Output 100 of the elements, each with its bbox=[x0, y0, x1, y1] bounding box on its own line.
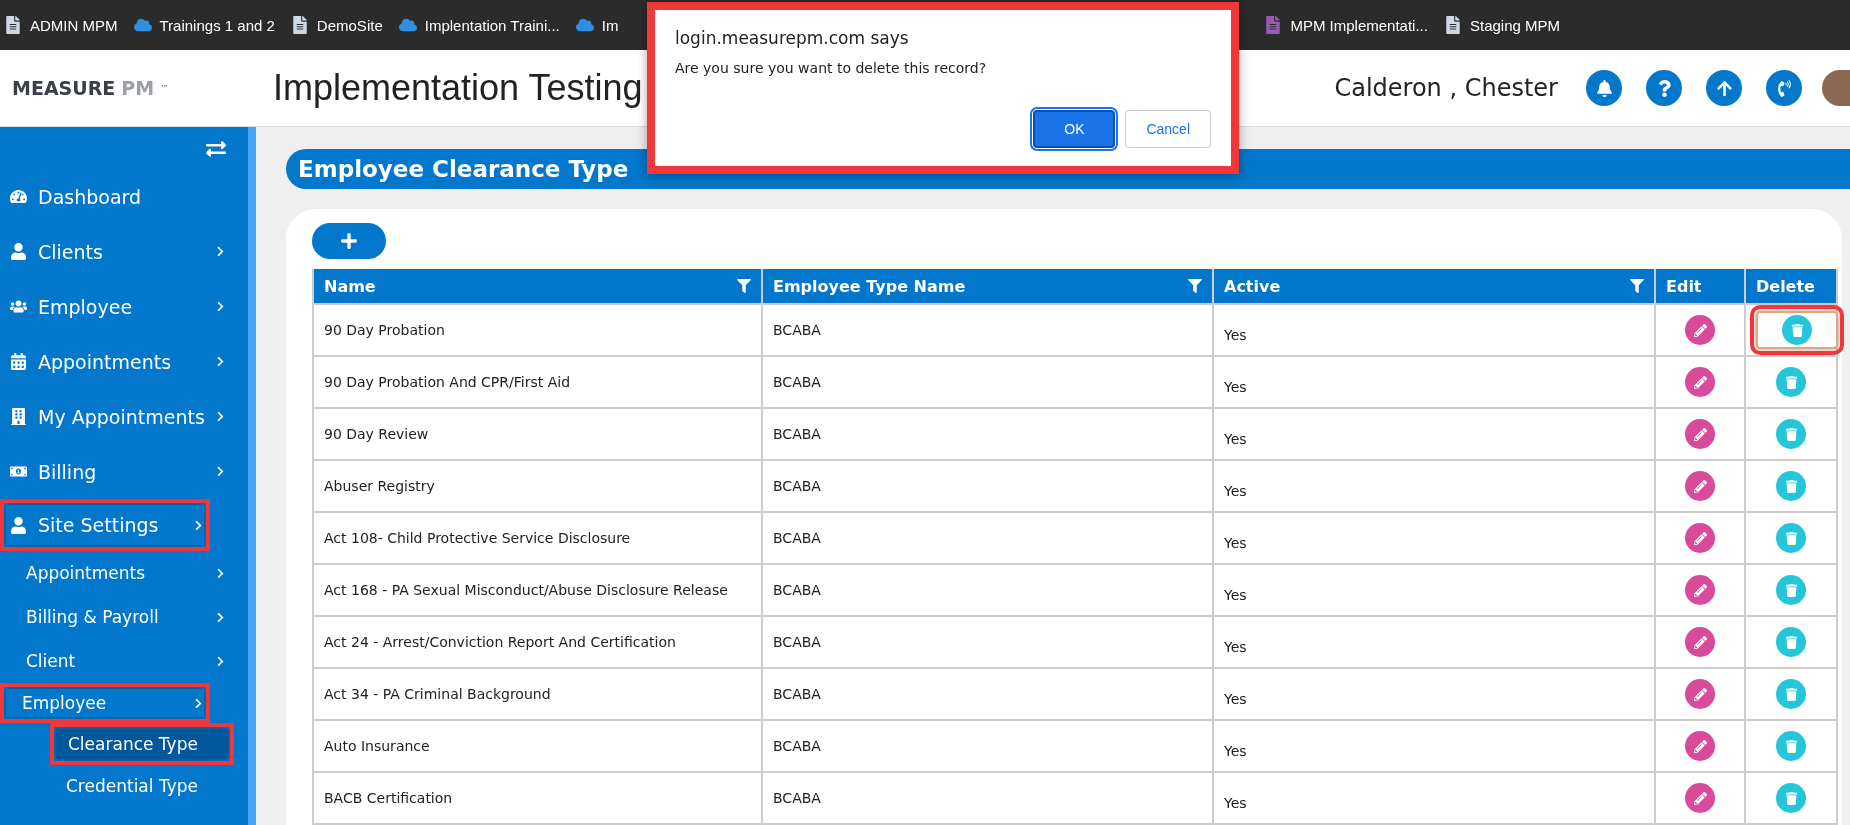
table-cell: Yes bbox=[1213, 564, 1655, 616]
gauge-icon bbox=[10, 188, 27, 205]
delete-button[interactable] bbox=[1776, 627, 1806, 657]
sidebar-item[interactable]: Employee bbox=[6, 689, 204, 717]
delete-button[interactable] bbox=[1776, 367, 1806, 397]
trash-icon bbox=[1784, 635, 1798, 649]
sidebar-item[interactable]: Dashboard bbox=[0, 169, 226, 224]
table-cell: Yes bbox=[1213, 668, 1655, 720]
edit-button[interactable] bbox=[1685, 627, 1715, 657]
sidebar-item[interactable]: Billing & Payroll bbox=[0, 595, 226, 639]
bookmark[interactable]: DemoSite bbox=[290, 16, 383, 34]
filter-icon[interactable] bbox=[1630, 279, 1644, 293]
sidebar-item[interactable]: My Appointments bbox=[0, 389, 226, 444]
trash-icon bbox=[1784, 583, 1798, 597]
column-header[interactable]: Employee Type Name bbox=[762, 269, 1213, 304]
pencil-icon bbox=[1693, 323, 1707, 337]
table-cell: Act 108- Child Protective Service Disclosure bbox=[313, 512, 762, 564]
edit-button[interactable] bbox=[1685, 679, 1715, 709]
bookmark[interactable]: MPM Implementati... bbox=[1264, 16, 1428, 34]
table-cell: BCABA bbox=[762, 772, 1213, 824]
trash-icon bbox=[1784, 375, 1798, 389]
column-header[interactable]: Delete bbox=[1745, 269, 1837, 304]
edit-button[interactable] bbox=[1685, 731, 1715, 761]
trash-icon bbox=[1784, 791, 1798, 805]
add-button[interactable] bbox=[312, 223, 386, 259]
delete-button[interactable] bbox=[1776, 783, 1806, 813]
edit-button[interactable] bbox=[1685, 523, 1715, 553]
column-header[interactable]: Active bbox=[1213, 269, 1655, 304]
pencil-icon bbox=[1693, 479, 1707, 493]
swap-icon[interactable] bbox=[206, 139, 226, 159]
document-icon bbox=[1443, 16, 1462, 34]
filter-icon[interactable] bbox=[1188, 279, 1202, 293]
table-cell: BCABA bbox=[762, 616, 1213, 668]
edit-button[interactable] bbox=[1685, 471, 1715, 501]
column-header[interactable]: Edit bbox=[1655, 269, 1745, 304]
bookmark[interactable]: ADMIN MPM bbox=[4, 16, 118, 34]
delete-button[interactable] bbox=[1776, 575, 1806, 605]
user-icon bbox=[10, 516, 27, 534]
dialog-button[interactable]: OK bbox=[1033, 110, 1116, 148]
edit-button[interactable] bbox=[1685, 419, 1715, 449]
calendar-icon bbox=[10, 353, 27, 370]
trash-icon bbox=[1784, 687, 1798, 701]
upload-button[interactable] bbox=[1706, 70, 1742, 106]
building-icon bbox=[10, 408, 27, 425]
pencil-icon bbox=[1693, 687, 1707, 701]
sidebar-item[interactable]: Employee bbox=[0, 279, 226, 334]
table-cell: 90 Day Review bbox=[313, 408, 762, 460]
app-title: Implementation Testing bbox=[273, 67, 643, 109]
logo: MEASURE PM ™ bbox=[11, 77, 170, 99]
phone-button[interactable] bbox=[1766, 70, 1802, 106]
sidebar-item[interactable]: Credential Type bbox=[0, 765, 248, 807]
table-cell: Act 34 - PA Criminal Background bbox=[313, 668, 762, 720]
delete-button[interactable] bbox=[1776, 679, 1806, 709]
upload-icon bbox=[1715, 79, 1733, 97]
pencil-icon bbox=[1693, 635, 1707, 649]
sidebar-item[interactable]: Site Settings bbox=[6, 505, 204, 545]
sidebar-item[interactable]: Billing bbox=[0, 444, 226, 499]
table-cell: Yes bbox=[1213, 356, 1655, 408]
table-cell: Yes bbox=[1213, 408, 1655, 460]
bell-icon bbox=[1595, 79, 1613, 97]
dialog-message: Are you sure you want to delete this record? bbox=[675, 60, 988, 76]
table-cell: Yes bbox=[1213, 512, 1655, 564]
table-cell: BCABA bbox=[762, 408, 1213, 460]
sidebar-item[interactable]: Appointments bbox=[0, 334, 226, 389]
avatar[interactable] bbox=[1822, 70, 1850, 106]
pencil-icon bbox=[1693, 791, 1707, 805]
plus-icon bbox=[340, 232, 358, 250]
trash-icon bbox=[1784, 427, 1798, 441]
bookmark[interactable]: Trainings 1 and 2 bbox=[133, 16, 275, 34]
sidebar-item[interactable]: Client bbox=[0, 639, 226, 683]
column-header[interactable]: Name bbox=[313, 269, 762, 304]
table-cell: 90 Day Probation And CPR/First Aid bbox=[313, 356, 762, 408]
delete-button[interactable] bbox=[1776, 523, 1806, 553]
help-button[interactable] bbox=[1646, 70, 1682, 106]
table-cell: BCABA bbox=[762, 564, 1213, 616]
sidebar-item[interactable]: Clients bbox=[0, 224, 226, 279]
pencil-icon bbox=[1693, 583, 1707, 597]
sidebar-item[interactable]: Appointments bbox=[0, 551, 226, 595]
delete-button[interactable] bbox=[1782, 315, 1812, 345]
bell-button[interactable] bbox=[1586, 70, 1622, 106]
phone-icon bbox=[1775, 79, 1793, 97]
edit-button[interactable] bbox=[1685, 783, 1715, 813]
bookmark[interactable]: Im bbox=[575, 16, 619, 34]
edit-button[interactable] bbox=[1685, 367, 1715, 397]
edit-button[interactable] bbox=[1685, 315, 1715, 345]
delete-button[interactable] bbox=[1776, 731, 1806, 761]
cloud-icon bbox=[133, 16, 152, 34]
pencil-icon bbox=[1693, 531, 1707, 545]
bookmark[interactable]: Staging MPM bbox=[1443, 16, 1560, 34]
trash-icon bbox=[1790, 323, 1804, 337]
filter-icon[interactable] bbox=[737, 279, 751, 293]
delete-button[interactable] bbox=[1776, 419, 1806, 449]
table-cell: Auto Insurance bbox=[313, 720, 762, 772]
edit-button[interactable] bbox=[1685, 575, 1715, 605]
pencil-icon bbox=[1693, 739, 1707, 753]
bookmark[interactable]: Implentation Traini... bbox=[398, 16, 560, 34]
delete-button[interactable] bbox=[1776, 471, 1806, 501]
cloud-icon bbox=[575, 16, 594, 34]
trash-icon bbox=[1784, 531, 1798, 545]
dialog-button[interactable]: Cancel bbox=[1125, 110, 1211, 148]
